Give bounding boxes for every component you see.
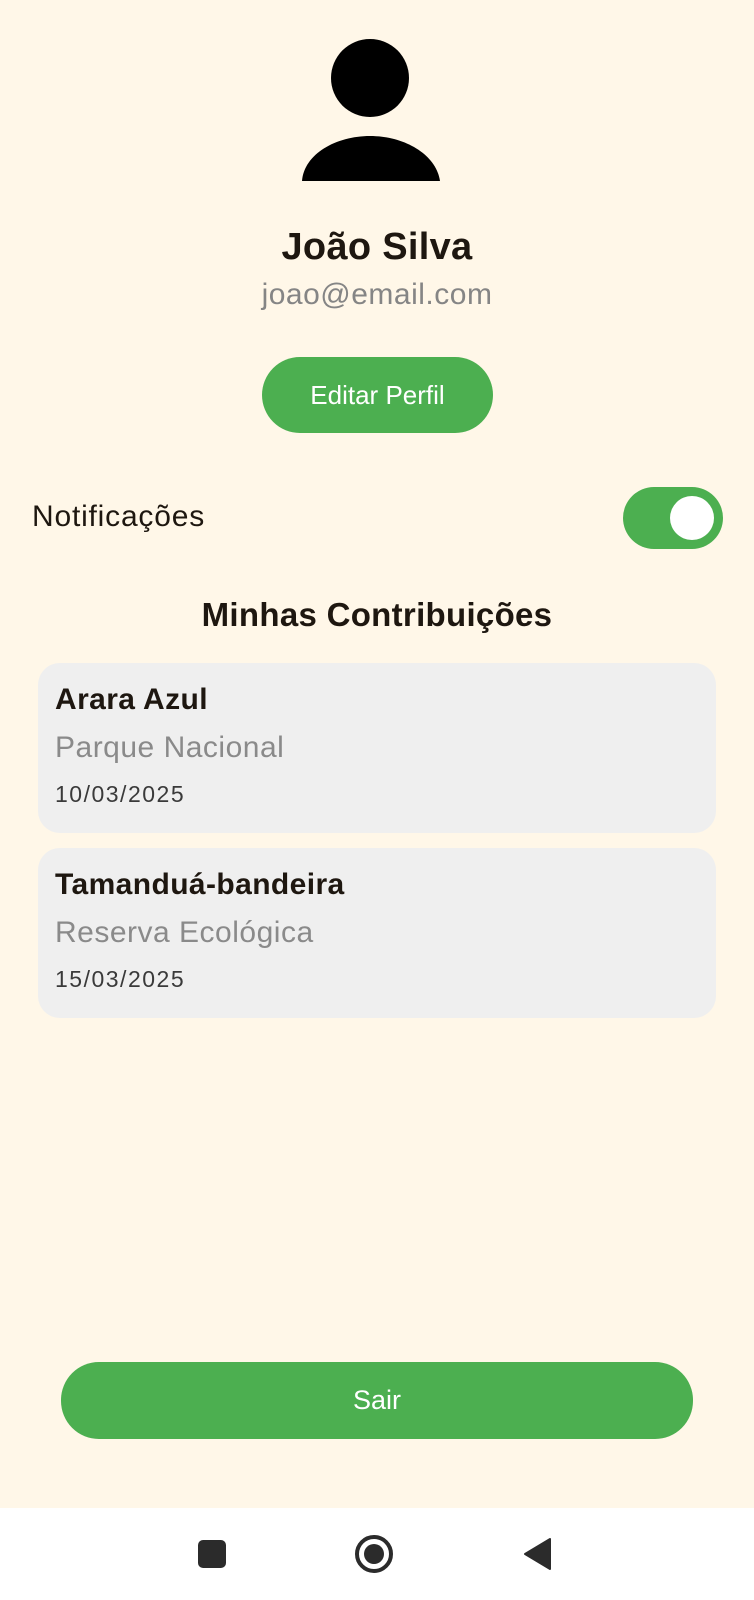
contribution-card[interactable]: Tamanduá-bandeira Reserva Ecológica 15/0…	[38, 848, 716, 1018]
contributions-title: Minhas Contribuições	[201, 596, 553, 633]
edit-profile-button[interactable]: Editar Perfil	[262, 357, 493, 433]
profile-email: joao@email.com	[261, 278, 493, 311]
contribution-card[interactable]: Arara Azul Parque Nacional 10/03/2025	[38, 663, 716, 833]
notifications-label: Notificações	[32, 500, 206, 533]
contribution-location: Parque Nacional	[55, 731, 285, 764]
profile-name: João Silva	[281, 226, 473, 268]
logout-button[interactable]: Sair	[61, 1362, 693, 1439]
contribution-location: Reserva Ecológica	[55, 916, 314, 949]
back-triangle-icon[interactable]	[492, 1508, 582, 1600]
notifications-toggle[interactable]	[623, 487, 723, 549]
system-navigation-bar	[0, 1508, 754, 1600]
contribution-date: 10/03/2025	[55, 781, 186, 807]
person-icon	[300, 36, 450, 186]
toggle-thumb	[670, 496, 714, 540]
profile-screen: João Silva joao@email.com Editar Perfil …	[0, 0, 754, 1508]
contribution-species: Tamanduá-bandeira	[55, 868, 345, 901]
contribution-species: Arara Azul	[55, 683, 208, 716]
home-circle-icon[interactable]	[329, 1508, 419, 1600]
contributions-list: Arara Azul Parque Nacional 10/03/2025 Ta…	[38, 663, 716, 1033]
contribution-date: 15/03/2025	[55, 966, 186, 992]
recents-square-icon[interactable]	[167, 1508, 257, 1600]
